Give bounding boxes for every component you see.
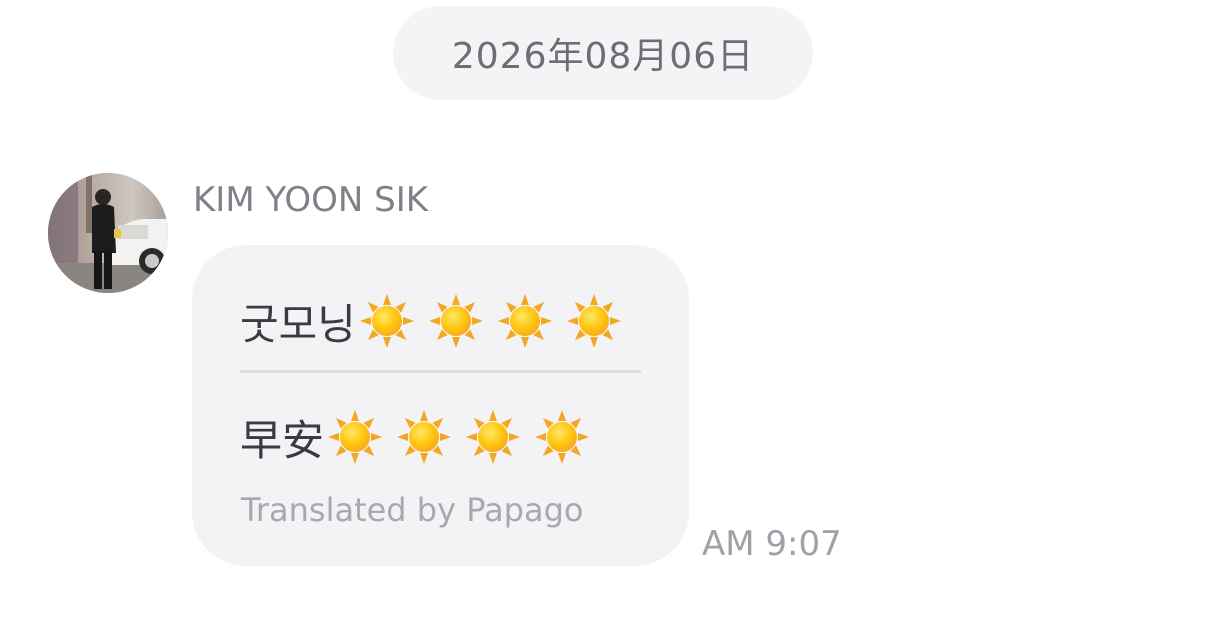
date-label: 2026年08月06日 [451, 36, 755, 77]
translation-divider [240, 370, 641, 373]
date-separator: 2026年08月06日 [393, 6, 813, 100]
sun-icon [464, 408, 522, 466]
translated-message: 早安 [240, 406, 591, 468]
original-message: 굿모닝 [240, 290, 623, 352]
translated-message-text: 早安 [240, 415, 325, 465]
sun-icon [427, 292, 485, 350]
translated-emoji-group [326, 408, 591, 466]
sender-name: KIM YOON SIK [193, 180, 429, 220]
sun-icon [358, 292, 416, 350]
sun-icon [326, 408, 384, 466]
message-timestamp: AM 9:07 [702, 524, 842, 564]
sun-icon [395, 408, 453, 466]
sun-icon [565, 292, 623, 350]
sun-icon [496, 292, 554, 350]
original-message-text: 굿모닝 [240, 299, 356, 349]
avatar[interactable] [48, 173, 168, 293]
sun-icon [533, 408, 591, 466]
original-emoji-group [358, 292, 623, 350]
avatar-photo [48, 173, 168, 293]
translation-attribution: Translated by Papago [241, 491, 584, 529]
